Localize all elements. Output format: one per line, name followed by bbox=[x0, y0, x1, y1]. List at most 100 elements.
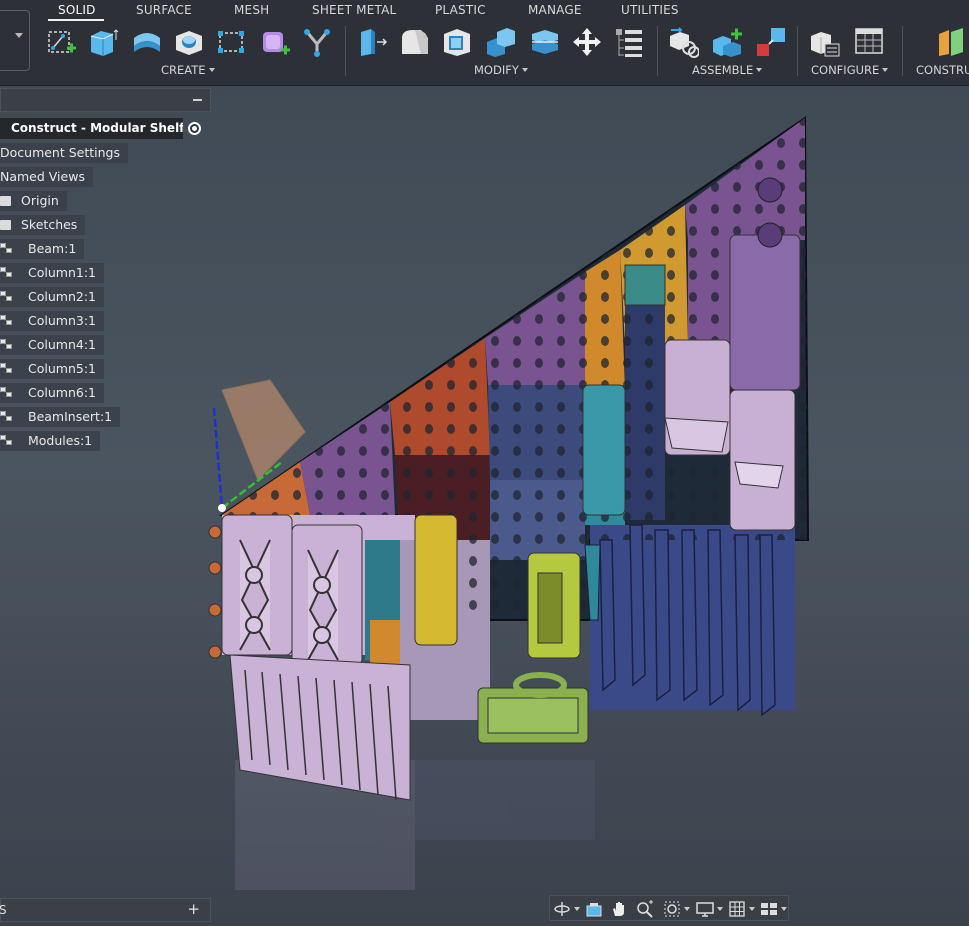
tree-item-column3[interactable]: Column3:1 bbox=[0, 311, 104, 331]
module-yellow-tag bbox=[414, 514, 458, 646]
divider bbox=[345, 26, 346, 76]
sketch-icon bbox=[48, 31, 76, 53]
table-icon bbox=[855, 28, 883, 54]
create-sketch-button[interactable] bbox=[44, 24, 78, 60]
as-built-joint-button[interactable] bbox=[754, 24, 788, 60]
change-parameters-button[interactable] bbox=[612, 24, 646, 60]
modular-shelf-model bbox=[208, 116, 810, 890]
folder-icon bbox=[0, 196, 11, 206]
display-icon[interactable] bbox=[696, 900, 714, 918]
offset-plane-button[interactable] bbox=[932, 24, 966, 60]
tab-surface[interactable]: SURFACE bbox=[136, 3, 192, 17]
tree-item-label: Column4:1 bbox=[28, 337, 96, 352]
tree-item-label: Column3:1 bbox=[28, 313, 96, 328]
caret-down-icon bbox=[521, 68, 528, 72]
revolve-button[interactable] bbox=[130, 24, 164, 60]
component-icon bbox=[0, 435, 14, 447]
tab-sheet-metal[interactable]: SHEET METAL bbox=[312, 3, 396, 17]
tree-item-label: Sketches bbox=[21, 217, 78, 232]
tab-plastic[interactable]: PLASTIC bbox=[435, 3, 486, 17]
chevron-down-icon[interactable] bbox=[749, 907, 755, 911]
modify-menu[interactable]: MODIFY bbox=[474, 63, 528, 77]
tree-item-label: Beam:1 bbox=[28, 241, 77, 256]
tree-item-column1[interactable]: Column1:1 bbox=[0, 263, 104, 283]
tree-item-origin[interactable]: Origin bbox=[0, 191, 67, 211]
shell-button[interactable] bbox=[440, 24, 474, 60]
new-component-button[interactable] bbox=[710, 24, 744, 60]
tree-item-label: Origin bbox=[21, 193, 59, 208]
tree-item-beaminsert[interactable]: BeamInsert:1 bbox=[0, 407, 121, 427]
zoom-icon[interactable] bbox=[636, 900, 654, 918]
viewports-icon[interactable] bbox=[760, 900, 778, 918]
chevron-down-icon[interactable] bbox=[717, 907, 723, 911]
rectangular-pattern-button[interactable] bbox=[214, 24, 248, 60]
tree-item-named-views[interactable]: Named Views bbox=[0, 167, 93, 187]
tab-solid[interactable]: SOLID bbox=[58, 3, 96, 17]
tab-bar: SOLID SURFACE MESH SHEET METAL PLASTIC M… bbox=[0, 0, 969, 22]
move-icon bbox=[573, 28, 601, 56]
move-copy-button[interactable] bbox=[570, 24, 604, 60]
combine-bodies-icon bbox=[487, 28, 515, 57]
new-joint-button[interactable] bbox=[666, 24, 700, 60]
look-at-icon[interactable] bbox=[585, 900, 603, 918]
divider bbox=[657, 26, 658, 76]
tree-item-modules[interactable]: Modules:1 bbox=[0, 431, 101, 451]
shell-icon bbox=[444, 29, 470, 56]
hole-icon bbox=[176, 31, 202, 55]
add-comment-button[interactable]: + bbox=[187, 900, 200, 918]
chevron-down-icon[interactable] bbox=[574, 907, 580, 911]
model-viewport[interactable] bbox=[0, 86, 969, 926]
tree-item-column5[interactable]: Column5:1 bbox=[0, 359, 104, 379]
grid-icon[interactable] bbox=[728, 900, 746, 918]
combine-button[interactable] bbox=[484, 24, 518, 60]
hole-button[interactable] bbox=[172, 24, 206, 60]
tree-item-sketches[interactable]: Sketches bbox=[0, 215, 86, 235]
collapse-icon[interactable] bbox=[193, 99, 202, 101]
tree-item-label: Document Settings bbox=[0, 145, 121, 160]
document-root[interactable]: Construct - Modular Shelf v... bbox=[0, 118, 183, 139]
orbit-icon[interactable] bbox=[553, 900, 571, 918]
tree-item-beam[interactable]: Beam:1 bbox=[0, 239, 85, 259]
modify-label: MODIFY bbox=[474, 63, 519, 77]
configure-menu[interactable]: CONFIGURE bbox=[811, 63, 889, 77]
edge-pegs bbox=[208, 525, 222, 659]
tree-item-label: Column1:1 bbox=[28, 265, 96, 280]
create-menu[interactable]: CREATE bbox=[161, 63, 215, 77]
align-button[interactable] bbox=[528, 24, 562, 60]
configure-button[interactable] bbox=[808, 24, 842, 60]
configuration-table-button[interactable] bbox=[852, 24, 886, 60]
caret-down-icon bbox=[208, 68, 215, 72]
component-icon bbox=[0, 291, 14, 303]
active-document-icon[interactable] bbox=[188, 122, 201, 135]
tree-item-column4[interactable]: Column4:1 bbox=[0, 335, 104, 355]
tab-utilities[interactable]: UTILITIES bbox=[621, 3, 679, 17]
tree-item-document-settings[interactable]: Document Settings bbox=[0, 143, 129, 163]
divider bbox=[902, 26, 903, 76]
pan-icon[interactable] bbox=[610, 900, 628, 918]
folder-icon bbox=[0, 220, 11, 230]
chevron-down-icon[interactable] bbox=[684, 907, 690, 911]
press-pull-button[interactable] bbox=[356, 24, 390, 60]
fillet-icon bbox=[402, 30, 428, 54]
tab-manage[interactable]: MANAGE bbox=[528, 3, 582, 17]
tree-item-label: Column5:1 bbox=[28, 361, 96, 376]
fork-icon bbox=[304, 29, 330, 57]
assemble-menu[interactable]: ASSEMBLE bbox=[692, 63, 763, 77]
component-icon bbox=[0, 411, 14, 423]
extrude-button[interactable] bbox=[86, 24, 120, 60]
derive-button[interactable] bbox=[300, 24, 334, 60]
tree-item-column2[interactable]: Column2:1 bbox=[0, 287, 104, 307]
active-tab-indicator bbox=[48, 19, 104, 21]
chevron-down-icon[interactable] bbox=[781, 907, 787, 911]
fillet-button[interactable] bbox=[398, 24, 432, 60]
tree-item-column6[interactable]: Column6:1 bbox=[0, 383, 104, 403]
form-button[interactable] bbox=[258, 24, 292, 60]
construct-menu[interactable]: CONSTRU bbox=[916, 63, 969, 77]
create-label: CREATE bbox=[161, 63, 206, 77]
plane-icon bbox=[939, 28, 963, 56]
fit-icon[interactable] bbox=[663, 900, 681, 918]
extrude-icon bbox=[134, 33, 160, 52]
press-pull-icon bbox=[361, 29, 388, 56]
comments-label: S bbox=[0, 903, 7, 917]
tab-mesh[interactable]: MESH bbox=[234, 3, 269, 17]
